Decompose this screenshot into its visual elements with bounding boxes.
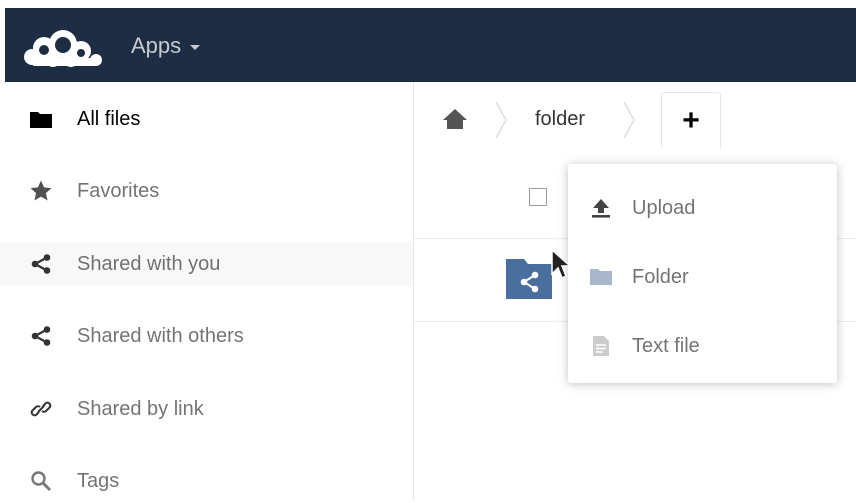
- link-icon: [28, 396, 54, 422]
- sidebar-item-label: Shared with others: [77, 324, 244, 347]
- breadcrumb: folder +: [414, 82, 856, 156]
- apps-menu-button[interactable]: Apps: [131, 30, 201, 62]
- sidebar-item-label: Tags: [77, 469, 120, 492]
- sidebar-item-shared-with-others[interactable]: Shared with others: [0, 314, 413, 358]
- sidebar-item-label: All files: [77, 107, 141, 130]
- caret-down-icon: [190, 44, 201, 50]
- sidebar-item-all-files[interactable]: All files: [0, 97, 413, 141]
- plus-icon: +: [682, 104, 700, 137]
- sidebar-item-shared-by-link[interactable]: Shared by link: [0, 387, 413, 431]
- top-header: Apps: [5, 8, 856, 82]
- sidebar-item-label: Favorites: [77, 179, 160, 202]
- menu-item-label: Upload: [632, 196, 696, 219]
- apps-label: Apps: [131, 33, 182, 58]
- text-file-icon: [590, 335, 612, 357]
- menu-item-folder[interactable]: Folder: [568, 247, 837, 307]
- search-icon: [28, 468, 54, 494]
- share-icon: [28, 251, 54, 277]
- star-icon: [28, 178, 54, 204]
- shared-folder-icon[interactable]: [506, 259, 552, 299]
- menu-item-label: Folder: [632, 265, 689, 288]
- window-top-strip: [0, 0, 856, 8]
- sidebar-navigation: All files Favorites Shared with you Shar…: [0, 82, 414, 501]
- breadcrumb-separator-icon: [623, 101, 635, 139]
- menu-item-label: Text file: [632, 334, 700, 357]
- sidebar-item-shared-with-you[interactable]: Shared with you: [0, 242, 413, 286]
- breadcrumb-folder[interactable]: folder: [535, 108, 585, 131]
- sidebar-item-tags[interactable]: Tags: [0, 459, 413, 503]
- select-all-checkbox[interactable]: [529, 188, 547, 206]
- mouse-cursor-icon: [551, 248, 572, 280]
- owncloud-logo[interactable]: [21, 26, 107, 68]
- sidebar-item-label: Shared with you: [77, 252, 221, 275]
- breadcrumb-separator-icon: [495, 101, 507, 139]
- sidebar-item-favorites[interactable]: Favorites: [0, 169, 413, 213]
- new-button[interactable]: +: [661, 92, 721, 150]
- upload-icon: [590, 197, 612, 219]
- sidebar-item-label: Shared by link: [77, 397, 204, 420]
- folder-icon: [28, 106, 54, 132]
- new-file-menu: Upload Folder Text file: [568, 164, 837, 383]
- menu-item-upload[interactable]: Upload: [568, 178, 837, 238]
- share-icon: [28, 323, 54, 349]
- folder-icon: [590, 266, 612, 288]
- menu-item-text-file[interactable]: Text file: [568, 316, 837, 376]
- home-icon[interactable]: [442, 107, 468, 131]
